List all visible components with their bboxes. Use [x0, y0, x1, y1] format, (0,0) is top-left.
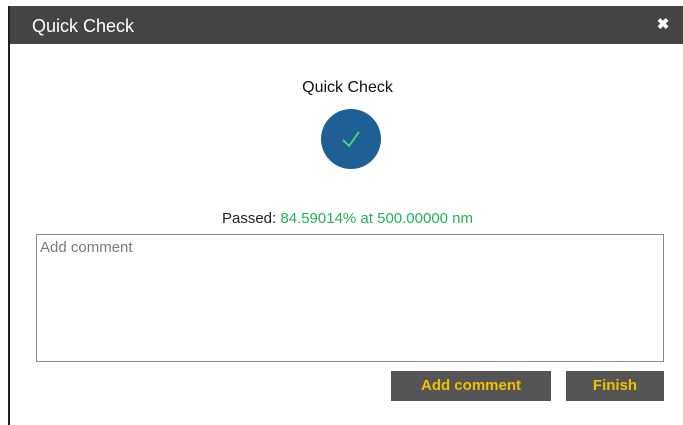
- dialog-titlebar: Quick Check ✖: [10, 6, 683, 44]
- comment-input[interactable]: [36, 234, 664, 362]
- quick-check-dialog: Quick Check ✖ Quick Check Passed: 84.590…: [8, 6, 683, 425]
- status-indicator: [321, 109, 381, 169]
- result-text: Passed: 84.59014% at 500.00000 nm: [10, 210, 683, 227]
- add-comment-button[interactable]: Add comment: [391, 371, 551, 401]
- result-value: 84.59014% at 500.00000 nm: [280, 210, 474, 227]
- result-label: Passed:: [221, 210, 277, 227]
- check-heading: Quick Check: [302, 79, 393, 96]
- checkmark-icon: [342, 131, 360, 148]
- dialog-title: Quick Check: [32, 16, 135, 36]
- close-icon[interactable]: ✖: [655, 17, 671, 33]
- finish-button[interactable]: Finish: [566, 371, 664, 401]
